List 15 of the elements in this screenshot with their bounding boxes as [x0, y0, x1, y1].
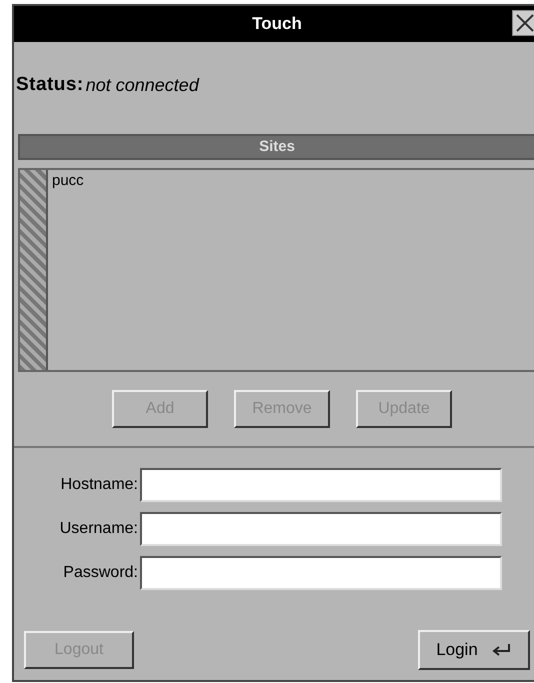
- window-title: Touch: [252, 13, 302, 36]
- field-label: Hostname:: [60, 475, 139, 495]
- close-icon: [515, 13, 534, 33]
- input-field[interactable]: [140, 556, 502, 590]
- return-icon: [490, 642, 512, 658]
- input-field[interactable]: [140, 512, 502, 546]
- close-button[interactable]: [512, 10, 534, 36]
- login-button[interactable]: Login: [418, 630, 530, 670]
- status-label: Status:: [16, 72, 84, 97]
- site-item[interactable]: pucc: [48, 170, 88, 192]
- sites-header: Sites: [18, 134, 534, 160]
- field-label: Username:: [58, 519, 139, 539]
- status-value: not connected: [86, 74, 199, 96]
- input-field[interactable]: [140, 468, 502, 502]
- field-label: Password:: [62, 563, 139, 583]
